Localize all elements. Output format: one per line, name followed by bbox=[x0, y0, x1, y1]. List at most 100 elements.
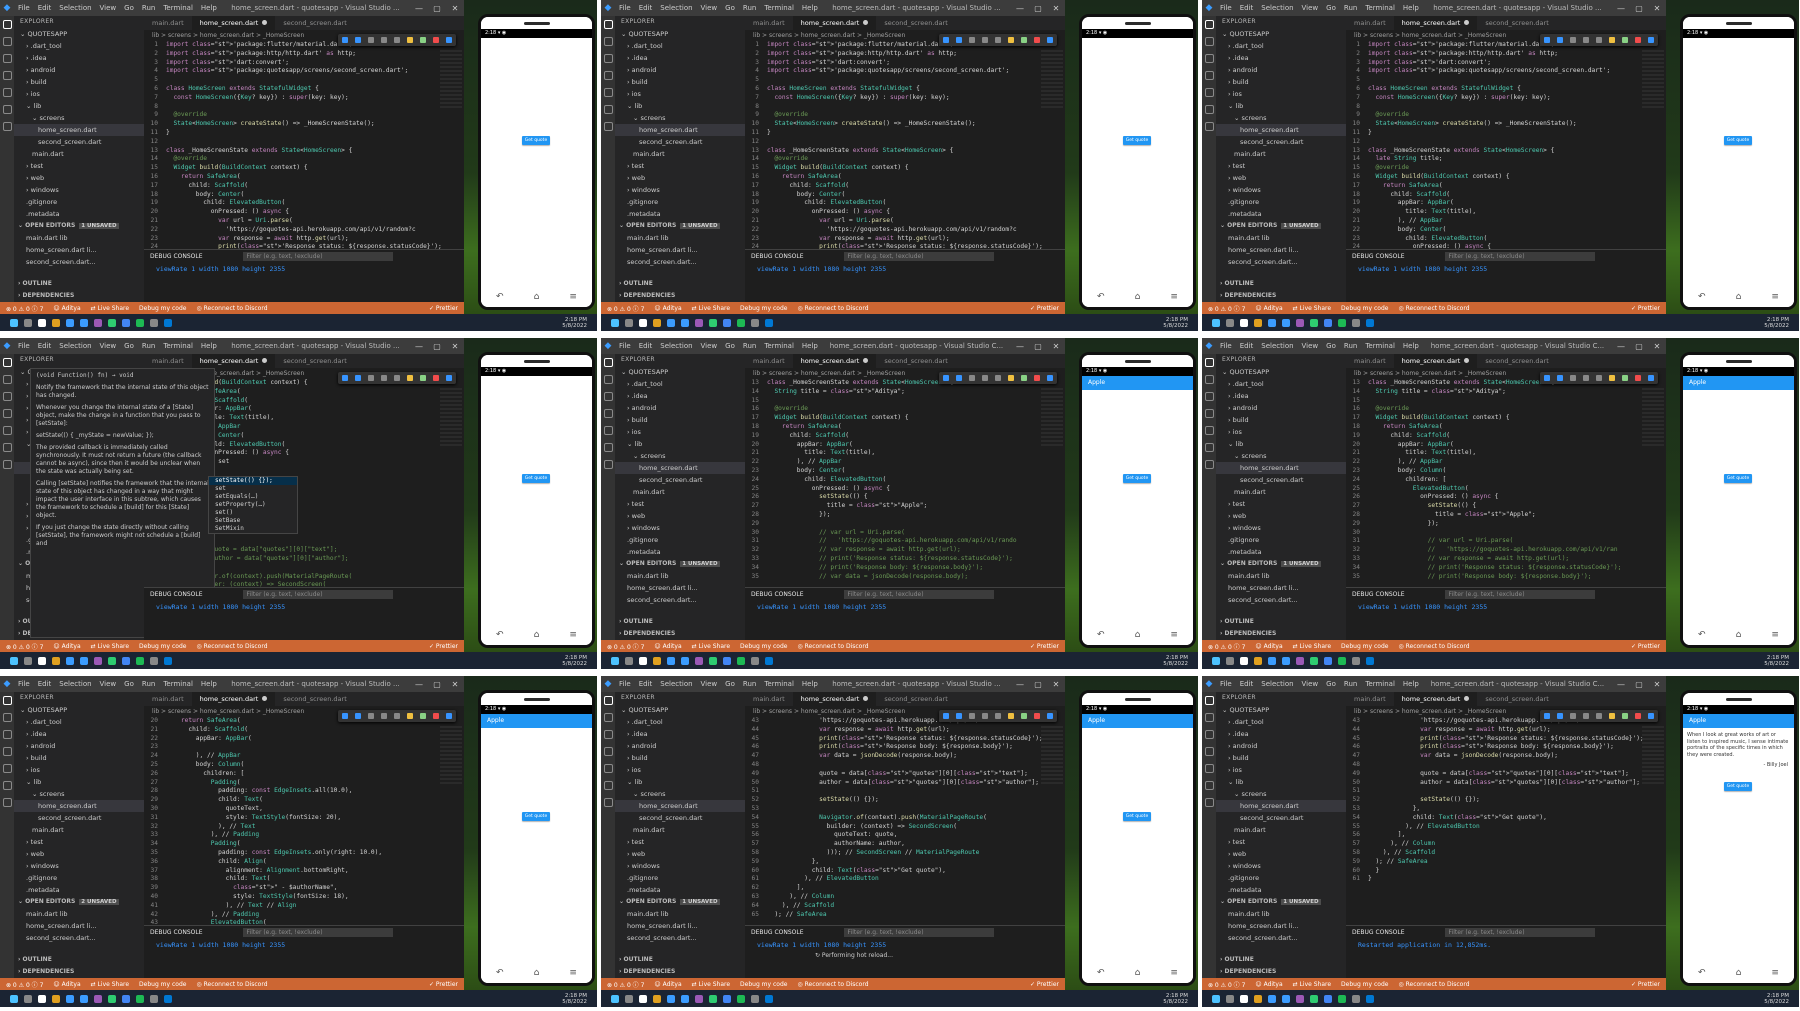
taskbar-app-icon[interactable] bbox=[66, 318, 74, 327]
maximize-button[interactable]: ▢ bbox=[1029, 342, 1047, 351]
tab-main[interactable]: main.dart bbox=[1346, 692, 1394, 706]
menu-selection[interactable]: Selection bbox=[656, 342, 696, 350]
search-icon[interactable] bbox=[2, 713, 12, 722]
tree-item[interactable]: main.dart bbox=[1216, 148, 1346, 160]
testing-icon[interactable] bbox=[1204, 443, 1214, 452]
maximize-button[interactable]: ▢ bbox=[1630, 4, 1648, 13]
tree-item[interactable]: .gitignore bbox=[615, 534, 745, 546]
explorer-icon[interactable] bbox=[2, 696, 12, 705]
remote-icon[interactable] bbox=[603, 798, 613, 807]
tree-item[interactable]: › build bbox=[14, 752, 144, 764]
menu-nav-icon[interactable]: ≡ bbox=[1170, 968, 1178, 978]
taskbar-clock[interactable]: 2:18 PM 5/8/2022 bbox=[562, 655, 597, 667]
menu-run[interactable]: Run bbox=[138, 342, 159, 350]
menu-run[interactable]: Run bbox=[1340, 680, 1361, 688]
menu-go[interactable]: Go bbox=[120, 680, 138, 688]
taskbar-app-icon[interactable] bbox=[108, 656, 116, 665]
tree-item[interactable]: › .idea bbox=[615, 390, 745, 402]
tree-item[interactable]: › .idea bbox=[615, 52, 745, 64]
discord-status[interactable]: ◎ Reconnect to Discord bbox=[196, 643, 267, 650]
debug-action-icon[interactable] bbox=[1609, 713, 1616, 719]
minimize-button[interactable]: — bbox=[1612, 342, 1630, 351]
open-editors-header[interactable]: ⌄ OPEN EDITORS1 UNSAVED bbox=[14, 220, 144, 232]
taskbar-app-icon[interactable] bbox=[1366, 318, 1374, 327]
source-control-icon[interactable] bbox=[2, 730, 12, 739]
menu-go[interactable]: Go bbox=[721, 4, 739, 12]
menu-help[interactable]: Help bbox=[1399, 342, 1423, 350]
tree-item[interactable]: › test bbox=[615, 836, 745, 848]
menu-terminal[interactable]: Terminal bbox=[1361, 680, 1399, 688]
taskbar-app-icon[interactable] bbox=[737, 318, 745, 327]
run-debug-icon[interactable] bbox=[2, 71, 12, 80]
tree-item[interactable]: › ios bbox=[1216, 764, 1346, 776]
taskbar-app-icon[interactable] bbox=[122, 318, 130, 327]
tree-item[interactable]: › ios bbox=[1216, 88, 1346, 100]
taskbar-app-icon[interactable] bbox=[625, 318, 633, 327]
menu-view[interactable]: View bbox=[1298, 4, 1323, 12]
live-share-button[interactable]: ⇄ Live Share bbox=[1293, 981, 1331, 988]
discord-status[interactable]: ◎ Reconnect to Discord bbox=[1398, 643, 1469, 650]
discord-status[interactable]: ◎ Reconnect to Discord bbox=[1398, 981, 1469, 988]
menu-view[interactable]: View bbox=[697, 680, 722, 688]
minimap[interactable] bbox=[440, 388, 462, 448]
back-nav-icon[interactable]: ↶ bbox=[1097, 292, 1105, 302]
menu-go[interactable]: Go bbox=[721, 680, 739, 688]
taskbar-app-icon[interactable] bbox=[66, 656, 74, 665]
prettier-status[interactable]: ✓ Prettier bbox=[1631, 643, 1666, 650]
taskbar-app-icon[interactable] bbox=[681, 656, 689, 665]
taskbar-app-icon[interactable] bbox=[667, 994, 675, 1003]
menu-run[interactable]: Run bbox=[739, 342, 760, 350]
debug-action-icon[interactable] bbox=[1635, 375, 1642, 381]
debug-action-icon[interactable] bbox=[393, 713, 400, 719]
tree-item[interactable]: .metadata bbox=[615, 546, 745, 558]
tree-item[interactable]: › .dart_tool bbox=[1216, 40, 1346, 52]
tree-item[interactable]: home_screen.dart bbox=[615, 462, 745, 474]
open-editor-item[interactable]: second_screen.dart... bbox=[14, 256, 144, 268]
open-editor-item[interactable]: home_screen.dart li... bbox=[1216, 582, 1346, 594]
taskbar-app-icon[interactable] bbox=[108, 318, 116, 327]
debug-action-icon[interactable] bbox=[1622, 37, 1629, 43]
debug-console-tab[interactable]: DEBUG CONSOLE bbox=[150, 591, 203, 598]
debug-action-icon[interactable] bbox=[1569, 37, 1576, 43]
close-button[interactable]: ✕ bbox=[1648, 680, 1666, 689]
debug-action-icon[interactable] bbox=[1543, 713, 1550, 719]
explorer-icon[interactable] bbox=[603, 696, 613, 705]
project-folder[interactable]: ⌄ QUOTESAPP bbox=[1216, 28, 1346, 40]
debug-console-tab[interactable]: DEBUG CONSOLE bbox=[150, 253, 203, 260]
tree-item[interactable]: › build bbox=[1216, 752, 1346, 764]
get-quote-button[interactable]: Get quote bbox=[522, 474, 550, 483]
debug-action-icon[interactable] bbox=[1556, 713, 1563, 719]
tree-item[interactable]: › ios bbox=[615, 426, 745, 438]
tree-item[interactable]: main.dart bbox=[615, 486, 745, 498]
taskbar-app-icon[interactable] bbox=[1352, 656, 1360, 665]
code-area[interactable]: 13 class _HomeScreenState extends State<H… bbox=[1346, 379, 1666, 581]
windows-start-icon[interactable] bbox=[10, 656, 18, 665]
menu-view[interactable]: View bbox=[96, 4, 121, 12]
tree-item[interactable]: › build bbox=[1216, 76, 1346, 88]
windows-start-icon[interactable] bbox=[611, 318, 619, 327]
tree-item[interactable]: › .idea bbox=[14, 728, 144, 740]
taskbar-app-icon[interactable] bbox=[681, 318, 689, 327]
explorer-icon[interactable] bbox=[2, 20, 12, 29]
debug-action-icon[interactable] bbox=[1648, 37, 1655, 43]
taskbar-app-icon[interactable] bbox=[122, 656, 130, 665]
tree-item[interactable]: › android bbox=[615, 402, 745, 414]
menu-selection[interactable]: Selection bbox=[656, 4, 696, 12]
testing-icon[interactable] bbox=[1204, 781, 1214, 790]
tree-item[interactable]: › .dart_tool bbox=[615, 378, 745, 390]
close-button[interactable]: ✕ bbox=[1047, 4, 1065, 13]
debug-action-icon[interactable] bbox=[994, 713, 1001, 719]
search-icon[interactable] bbox=[603, 375, 613, 384]
taskbar-app-icon[interactable] bbox=[80, 994, 88, 1003]
taskbar-app-icon[interactable] bbox=[150, 656, 158, 665]
menu-edit[interactable]: Edit bbox=[34, 4, 56, 12]
taskbar-app-icon[interactable] bbox=[164, 994, 172, 1003]
debug-action-icon[interactable] bbox=[955, 37, 962, 43]
taskbar-app-icon[interactable] bbox=[765, 994, 773, 1003]
debug-action-icon[interactable] bbox=[1582, 375, 1589, 381]
menu-selection[interactable]: Selection bbox=[1257, 4, 1297, 12]
debug-action-icon[interactable] bbox=[354, 375, 361, 381]
menu-edit[interactable]: Edit bbox=[34, 342, 56, 350]
debug-action-icon[interactable] bbox=[994, 37, 1001, 43]
debug-action-icon[interactable] bbox=[420, 713, 427, 719]
